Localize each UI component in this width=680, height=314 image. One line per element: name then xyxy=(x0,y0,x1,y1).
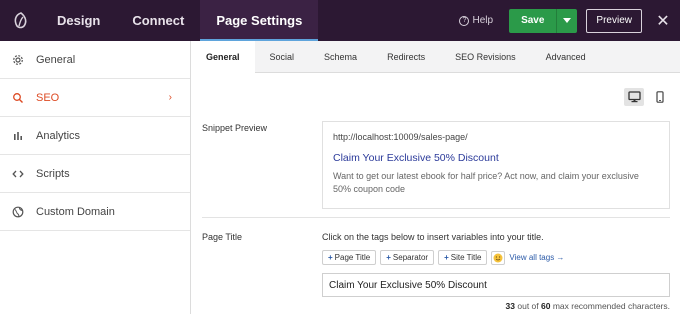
subtab-general[interactable]: General xyxy=(191,41,255,73)
save-button[interactable]: Save xyxy=(509,8,557,33)
help-label: Help xyxy=(472,15,494,26)
sidebar-item-label: Custom Domain xyxy=(36,205,115,218)
sidebar-item-label: Analytics xyxy=(36,129,81,142)
desktop-preview-button[interactable] xyxy=(624,88,644,106)
search-icon xyxy=(12,92,24,104)
sidebar-item-label: Scripts xyxy=(36,167,70,180)
device-toggle xyxy=(618,88,670,106)
count-suffix: max recommended characters. xyxy=(550,301,670,311)
preview-button[interactable]: Preview xyxy=(586,8,642,33)
bar-chart-icon xyxy=(12,130,24,142)
mobile-preview-button[interactable] xyxy=(650,88,670,106)
count-mid-text: out of xyxy=(515,301,541,311)
snippet-preview-label: Snippet Preview xyxy=(202,123,268,133)
page-title-label: Page Title xyxy=(202,232,243,242)
tag-label: Site Title xyxy=(450,253,482,262)
snippet-description: Want to get our latest ebook for half pr… xyxy=(333,171,639,194)
sidebar-item-label: SEO xyxy=(36,91,60,104)
emoji-picker-button[interactable] xyxy=(491,250,506,265)
snippet-url: http://localhost:10009/sales-page/ xyxy=(333,132,468,142)
title-character-count: 33 out of 60 max recommended characters. xyxy=(506,301,670,311)
seo-general-panel: Snippet Preview http://localhost:10009/s… xyxy=(191,73,680,314)
desktop-icon xyxy=(627,91,641,103)
view-all-tags-link[interactable]: View all tags → xyxy=(509,253,564,262)
chevron-right-icon: › xyxy=(168,92,172,103)
count-current: 33 xyxy=(505,301,515,311)
snippet-preview-box: http://localhost:10009/sales-page/ Claim… xyxy=(322,121,670,209)
code-icon xyxy=(12,168,24,180)
save-options-dropdown[interactable] xyxy=(556,8,578,33)
title-tag-buttons: + Page Title + Separator + Site Title Vi… xyxy=(322,250,564,265)
sidebar-item-custom-domain[interactable]: Custom Domain xyxy=(0,193,190,231)
subtab-seo-revisions[interactable]: SEO Revisions xyxy=(440,41,531,73)
sidebar: General SEO › Analytics Scripts Custom D… xyxy=(0,41,191,314)
sidebar-item-scripts[interactable]: Scripts xyxy=(0,155,190,193)
insert-page-title-tag-button[interactable]: + Page Title xyxy=(322,250,377,265)
seo-subtabs: General Social Schema Redirects SEO Revi… xyxy=(191,41,680,73)
caret-down-icon xyxy=(563,18,572,23)
sidebar-item-analytics[interactable]: Analytics xyxy=(0,117,190,155)
subtab-schema[interactable]: Schema xyxy=(309,41,372,73)
emoji-icon xyxy=(493,253,503,262)
subtab-advanced[interactable]: Advanced xyxy=(531,41,601,73)
tab-connect[interactable]: Connect xyxy=(116,0,200,41)
top-nav: Design Connect Page Settings xyxy=(41,0,319,41)
plus-icon: + xyxy=(386,253,391,262)
tab-page-settings[interactable]: Page Settings xyxy=(200,0,319,41)
subtab-social[interactable]: Social xyxy=(255,41,310,73)
page-title-value: Claim Your Exclusive 50% Discount xyxy=(329,279,487,291)
help-icon: ? xyxy=(459,15,470,26)
close-icon[interactable]: ✕ xyxy=(656,11,670,31)
gear-icon xyxy=(12,54,24,66)
save-button-group: Save xyxy=(509,8,578,33)
tab-design[interactable]: Design xyxy=(41,0,116,41)
sidebar-item-label: General xyxy=(36,53,76,66)
page-title-hint: Click on the tags below to insert variab… xyxy=(322,232,544,242)
help-link[interactable]: ? Help xyxy=(459,15,493,26)
insert-separator-tag-button[interactable]: + Separator xyxy=(380,250,435,265)
section-divider xyxy=(202,217,670,218)
top-actions: ? Help Save Preview ✕ xyxy=(459,0,680,41)
tag-label: Separator xyxy=(392,253,429,262)
top-bar: Design Connect Page Settings ? Help Save… xyxy=(0,0,680,41)
subtab-redirects[interactable]: Redirects xyxy=(372,41,440,73)
globe-icon xyxy=(12,206,24,218)
insert-site-title-tag-button[interactable]: + Site Title xyxy=(438,250,488,265)
snippet-title: Claim Your Exclusive 50% Discount xyxy=(333,152,499,164)
sidebar-item-general[interactable]: General xyxy=(0,41,190,79)
plus-icon: + xyxy=(444,253,449,262)
page-title-input[interactable]: Claim Your Exclusive 50% Discount xyxy=(322,273,670,297)
mobile-icon xyxy=(656,91,664,103)
sidebar-item-seo[interactable]: SEO › xyxy=(0,79,190,117)
tag-label: Page Title xyxy=(334,253,371,262)
plus-icon: + xyxy=(328,253,333,262)
seedprod-logo-icon[interactable] xyxy=(0,0,41,41)
